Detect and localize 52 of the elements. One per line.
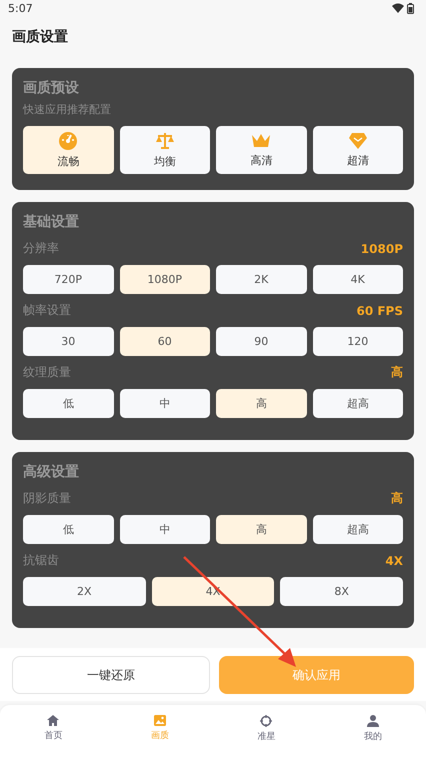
gauge-icon bbox=[58, 131, 78, 151]
option-button[interactable]: 超高 bbox=[312, 389, 403, 418]
option-button[interactable]: 中 bbox=[120, 515, 210, 544]
card-title: 基础设置 bbox=[23, 213, 80, 232]
option-button[interactable]: 4K bbox=[312, 265, 403, 294]
setting-value: 4X bbox=[385, 554, 403, 568]
option-button[interactable]: 中 bbox=[120, 389, 210, 418]
setting-value: 1080P bbox=[360, 242, 403, 256]
setting-value: 60 FPS bbox=[356, 304, 403, 318]
preset-option[interactable]: 高清 bbox=[216, 126, 306, 174]
reset-button[interactable]: 一键还原 bbox=[12, 656, 210, 694]
battery-icon bbox=[407, 2, 414, 14]
option-button[interactable]: 高 bbox=[216, 389, 306, 418]
person-icon bbox=[366, 715, 379, 727]
wifi-icon bbox=[392, 3, 404, 13]
option-button[interactable]: 720P bbox=[23, 265, 114, 294]
home-icon bbox=[47, 715, 60, 726]
image-icon bbox=[154, 715, 166, 726]
setting-label: 阴影质量 bbox=[23, 490, 71, 507]
nav-tab[interactable]: 准星 bbox=[213, 713, 320, 745]
card-title: 高级设置 bbox=[23, 462, 80, 482]
option-button[interactable]: 120 bbox=[312, 327, 403, 356]
option-button[interactable]: 低 bbox=[23, 515, 114, 544]
option-button[interactable]: 90 bbox=[216, 327, 306, 356]
card-title: 画质预设 bbox=[23, 79, 80, 98]
crown-icon bbox=[251, 132, 272, 150]
option-button[interactable]: 60 bbox=[120, 327, 210, 356]
diamond-icon bbox=[348, 132, 368, 150]
option-button[interactable]: 1080P bbox=[120, 265, 210, 294]
setting-label: 分辨率 bbox=[23, 240, 59, 257]
setting-label: 纹理质量 bbox=[23, 364, 71, 381]
option-button[interactable]: 超高 bbox=[312, 515, 403, 544]
setting-value: 高 bbox=[391, 490, 403, 507]
option-button[interactable]: 2K bbox=[216, 265, 306, 294]
scale-icon bbox=[154, 131, 175, 151]
nav-tab[interactable]: 首页 bbox=[0, 713, 106, 744]
setting-value: 高 bbox=[391, 364, 403, 381]
crosshair-icon bbox=[260, 715, 272, 727]
option-button[interactable]: 2X bbox=[23, 577, 146, 606]
page-title: 画质设置 bbox=[12, 28, 68, 46]
option-button[interactable]: 30 bbox=[23, 327, 114, 356]
setting-label: 抗锯齿 bbox=[23, 552, 59, 569]
setting-label: 帧率设置 bbox=[23, 302, 71, 319]
nav-tab[interactable]: 我的 bbox=[320, 713, 426, 745]
card-subtitle: 快速应用推荐配置 bbox=[23, 102, 112, 117]
option-button[interactable]: 低 bbox=[23, 389, 114, 418]
preset-option[interactable]: 均衡 bbox=[120, 126, 210, 174]
preset-option[interactable]: 超清 bbox=[312, 126, 403, 174]
option-button[interactable]: 高 bbox=[216, 515, 306, 544]
status-time: 5:07 bbox=[8, 2, 33, 14]
option-button[interactable]: 8X bbox=[280, 577, 403, 606]
preset-option[interactable]: 流畅 bbox=[23, 126, 114, 174]
